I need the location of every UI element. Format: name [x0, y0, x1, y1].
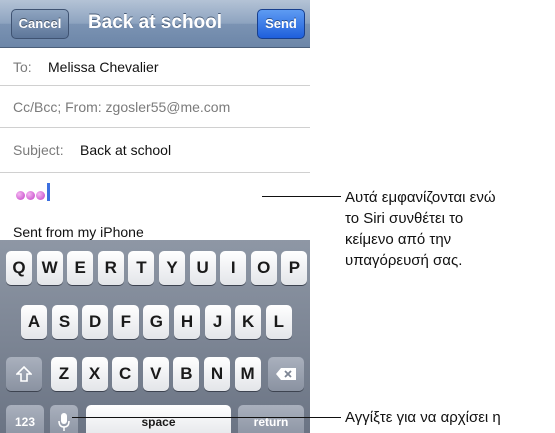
callout-dictation-line: κείμενο από την	[345, 231, 452, 248]
numbers-key[interactable]: 123	[6, 405, 44, 433]
key-s[interactable]: S	[51, 305, 78, 339]
key-h[interactable]: H	[174, 305, 200, 339]
key-j[interactable]: J	[204, 305, 231, 339]
space-key[interactable]: space	[86, 405, 231, 433]
key-e[interactable]: E	[67, 251, 94, 285]
key-v[interactable]: V	[142, 357, 169, 391]
key-g[interactable]: G	[143, 305, 170, 339]
to-label: To:	[13, 58, 32, 75]
callout-dictation: Αυτά εμφανίζονται ενώ το Siri συνθέτει τ…	[345, 187, 496, 271]
callout-line-dictation	[262, 196, 341, 197]
callout-line-mic	[72, 417, 341, 418]
dictation-dot	[26, 191, 35, 200]
cc-bcc-from-field[interactable]: Cc/Bcc; From: zgosler55@me.com	[0, 86, 310, 128]
delete-key[interactable]	[268, 357, 304, 391]
key-o[interactable]: O	[250, 251, 277, 285]
key-t[interactable]: T	[128, 251, 155, 285]
key-i[interactable]: I	[220, 251, 247, 285]
shift-icon	[15, 365, 33, 382]
iphone-screen: Cancel Back at school Send To: Melissa C…	[0, 0, 310, 433]
key-p[interactable]: P	[281, 251, 308, 285]
keyboard: Q W E R T Y U I O P A S D F G H J K L Z X C V B N M 123 space return	[0, 240, 310, 433]
key-w[interactable]: W	[36, 251, 63, 285]
callout-dictation-line: υπαγόρευσή σας.	[345, 252, 463, 269]
key-b[interactable]: B	[173, 357, 200, 391]
key-c[interactable]: C	[112, 357, 139, 391]
key-d[interactable]: D	[82, 305, 109, 339]
callout-dictation-line: Αυτά εμφανίζονται ενώ	[345, 189, 496, 206]
key-k[interactable]: K	[235, 305, 262, 339]
dictation-dot	[16, 191, 25, 200]
key-a[interactable]: A	[21, 305, 47, 339]
navigation-bar: Cancel Back at school Send	[0, 0, 310, 48]
dictation-dot	[36, 191, 45, 200]
to-field[interactable]: To: Melissa Chevalier	[0, 48, 310, 86]
key-x[interactable]: X	[81, 357, 108, 391]
dictation-key[interactable]	[50, 405, 78, 433]
callout-dictation-line: το Siri συνθέτει το	[345, 210, 464, 227]
return-key[interactable]: return	[238, 405, 304, 433]
key-q[interactable]: Q	[6, 251, 32, 285]
send-button[interactable]: Send	[257, 9, 305, 39]
subject-label: Subject:	[13, 142, 64, 158]
key-f[interactable]: F	[112, 305, 139, 339]
key-z[interactable]: Z	[51, 357, 77, 391]
key-y[interactable]: Y	[159, 251, 185, 285]
key-n[interactable]: N	[204, 357, 230, 391]
message-body[interactable]: Sent from my iPhone	[0, 173, 310, 240]
key-u[interactable]: U	[189, 251, 216, 285]
key-l[interactable]: L	[265, 305, 292, 339]
cc-bcc-from-label: Cc/Bcc; From: zgosler55@me.com	[13, 98, 231, 115]
key-m[interactable]: M	[234, 357, 261, 391]
callout-mic: Αγγίξτε για να αρχίσει η	[345, 409, 501, 426]
to-recipient[interactable]: Melissa Chevalier	[48, 59, 158, 75]
signature-text: Sent from my iPhone	[13, 224, 144, 240]
microphone-icon	[58, 413, 70, 431]
delete-icon	[276, 368, 296, 380]
key-r[interactable]: R	[97, 251, 124, 285]
text-cursor	[47, 183, 50, 201]
subject-field[interactable]: Subject: Back at school	[0, 128, 310, 173]
subject-value[interactable]: Back at school	[80, 142, 171, 158]
shift-key[interactable]	[6, 357, 42, 391]
dictation-progress-dots	[16, 187, 46, 203]
